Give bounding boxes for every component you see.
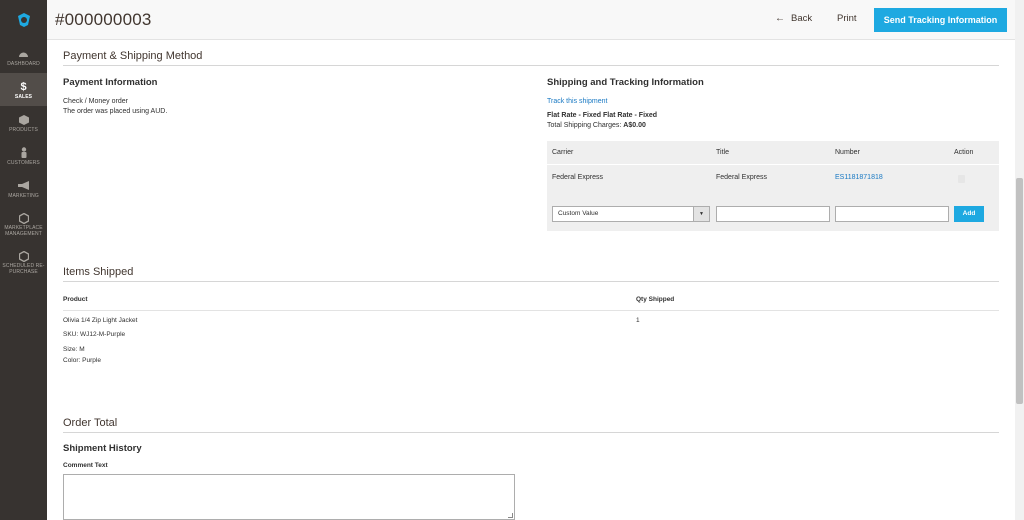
table-header: Product Qty Shipped xyxy=(63,290,999,311)
comment-textarea[interactable] xyxy=(63,474,515,520)
cube-icon xyxy=(18,114,29,126)
sidebar-item-label: MARKETPLACE MANAGEMENT xyxy=(4,225,43,237)
carrier-select[interactable]: Custom Value ▼ xyxy=(552,206,710,222)
magento-logo[interactable] xyxy=(0,0,47,40)
column-header-action: Action xyxy=(954,149,974,156)
sidebar-item-sales[interactable]: $ SALES xyxy=(0,73,47,106)
column-header-number: Number xyxy=(835,149,860,156)
charges-label: Total Shipping Charges: xyxy=(547,122,624,129)
shipping-tracking-title: Shipping and Tracking Information xyxy=(547,77,704,88)
cell-carrier: Federal Express xyxy=(552,174,603,181)
qty-shipped: 1 xyxy=(636,317,640,324)
shipment-history-title: Shipment History xyxy=(63,443,142,454)
admin-sidebar: DASHBOARD $ SALES PRODUCTS CUSTOMERS MAR… xyxy=(0,0,47,520)
cell-title: Federal Express xyxy=(716,174,767,181)
arrow-left-icon: ← xyxy=(775,13,785,24)
megaphone-icon xyxy=(17,180,30,192)
scrollbar-thumb[interactable] xyxy=(1016,178,1023,404)
payment-information-title: Payment Information xyxy=(63,77,158,88)
carrier-select-value: Custom Value xyxy=(558,210,599,217)
sidebar-item-marketplace-management[interactable]: MARKETPLACE MANAGEMENT xyxy=(0,205,47,243)
payment-currency-note: The order was placed using AUD. xyxy=(63,108,168,115)
user-icon xyxy=(20,147,28,159)
total-shipping-charges: Total Shipping Charges: A$0.00 xyxy=(547,121,646,131)
table-header: Carrier Title Number Action xyxy=(547,141,999,165)
sidebar-item-marketing[interactable]: MARKETING xyxy=(0,172,47,205)
section-title-items-shipped: Items Shipped xyxy=(63,266,999,282)
product-size: Size: M xyxy=(63,346,85,353)
sidebar-item-dashboard[interactable]: DASHBOARD xyxy=(0,40,47,73)
send-tracking-button[interactable]: Send Tracking Information xyxy=(874,8,1007,32)
back-button-label: Back xyxy=(791,13,813,24)
tracking-title-input[interactable] xyxy=(716,206,830,222)
delete-icon[interactable] xyxy=(958,175,965,183)
add-tracking-button[interactable]: Add xyxy=(954,206,984,222)
charges-value: A$0.00 xyxy=(623,122,646,129)
table-row: Federal Express Federal Express ES118187… xyxy=(547,165,999,195)
tracking-number-link[interactable]: ES1181871818 xyxy=(835,174,883,181)
sidebar-item-label: SALES xyxy=(14,93,33,100)
sidebar-item-label: SCHEDULED RE-PURCHASE xyxy=(2,263,45,275)
sidebar-item-label: MARKETING xyxy=(8,192,39,199)
column-header-product: Product xyxy=(63,296,88,303)
column-header-qty-shipped: Qty Shipped xyxy=(636,296,675,303)
product-sku: SKU: WJ12-M-Purple xyxy=(63,331,126,338)
back-button[interactable]: ← Back xyxy=(775,13,812,24)
sidebar-item-scheduled-repurchase[interactable]: SCHEDULED RE-PURCHASE xyxy=(0,243,47,281)
product-color: Color: Purple xyxy=(63,357,101,364)
track-shipment-link[interactable]: Track this shipment xyxy=(547,97,607,107)
column-header-title: Title xyxy=(716,149,729,156)
section-title-order-total: Order Total xyxy=(63,417,999,433)
hexagon-icon xyxy=(18,250,29,262)
print-button[interactable]: Print xyxy=(837,13,857,24)
comment-text-label: Comment Text xyxy=(63,462,108,469)
dashboard-icon xyxy=(18,48,29,60)
tracking-table: Carrier Title Number Action Federal Expr… xyxy=(547,141,999,231)
page-header: #000000003 ← Back Print Send Tracking In… xyxy=(47,0,1015,40)
shipping-method: Flat Rate - Fixed Flat Rate - Fixed xyxy=(547,112,658,119)
section-title-payment-shipping: Payment & Shipping Method xyxy=(63,50,999,66)
sidebar-item-products[interactable]: PRODUCTS xyxy=(0,106,47,139)
add-tracking-form: Custom Value ▼ Add xyxy=(547,195,999,231)
page-title: #000000003 xyxy=(55,10,152,29)
product-name: Olivia 1/4 Zip Light Jacket xyxy=(63,317,138,324)
chevron-down-icon: ▼ xyxy=(693,207,709,221)
resize-handle-icon[interactable] xyxy=(508,513,513,518)
sidebar-item-label: PRODUCTS xyxy=(9,126,38,133)
sidebar-item-label: DASHBOARD xyxy=(7,60,40,67)
hexagon-icon xyxy=(18,212,29,224)
payment-method: Check / Money order xyxy=(63,98,128,105)
sidebar-item-customers[interactable]: CUSTOMERS xyxy=(0,139,47,172)
sidebar-item-label: CUSTOMERS xyxy=(7,159,40,166)
dollar-icon: $ xyxy=(20,80,27,93)
column-header-carrier: Carrier xyxy=(552,149,574,156)
tracking-number-input[interactable] xyxy=(835,206,949,222)
